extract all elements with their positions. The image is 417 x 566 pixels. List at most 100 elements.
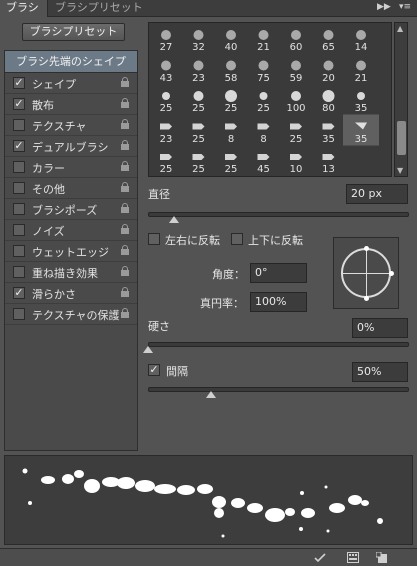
lock-icon[interactable] xyxy=(121,308,129,318)
list-item[interactable]: テクスチャの保護 xyxy=(5,304,137,325)
list-item[interactable]: その他 xyxy=(5,178,137,199)
brush-tip-cell[interactable]: 60 xyxy=(280,26,312,56)
lock-icon[interactable] xyxy=(121,203,129,213)
collapse-icon[interactable]: ▶▶ xyxy=(377,2,391,12)
brush-grid-scrollbar[interactable]: ▲ ▼ xyxy=(394,22,408,177)
spacing-checkbox[interactable]: ✓ xyxy=(148,364,160,376)
lock-icon[interactable] xyxy=(121,245,129,255)
option-checkbox[interactable] xyxy=(13,245,25,257)
spacing-slider-knob[interactable] xyxy=(205,391,216,398)
brush-tip-cell[interactable]: 25 xyxy=(280,118,312,148)
roundness-field[interactable]: 100% xyxy=(250,292,307,312)
option-checkbox[interactable]: ✓ xyxy=(13,287,25,299)
brush-tip-cell[interactable]: 32 xyxy=(183,26,215,56)
lock-icon[interactable] xyxy=(121,77,129,87)
hardness-slider-knob[interactable] xyxy=(143,346,153,353)
brush-tip-cell[interactable]: 27 xyxy=(150,26,182,56)
list-item[interactable]: カラー xyxy=(5,157,137,178)
brush-presets-button[interactable]: ブラシプリセット xyxy=(22,23,125,41)
brush-tip-cell[interactable]: 10 xyxy=(280,148,312,176)
brush-tip-cell[interactable]: 40 xyxy=(215,26,247,56)
brush-tip-cell[interactable]: 8 xyxy=(248,118,280,148)
brush-tip-cell[interactable]: 20 xyxy=(313,57,345,87)
option-checkbox[interactable] xyxy=(13,308,25,320)
list-item[interactable]: 重ね描き効果 xyxy=(5,262,137,283)
option-checkbox[interactable] xyxy=(13,266,25,278)
brush-tip-cell[interactable]: 25 xyxy=(150,148,182,176)
list-item[interactable]: ✓ デュアルブラシ xyxy=(5,136,137,157)
brush-tip-cell[interactable]: 35 xyxy=(313,118,345,148)
tab-brush-presets[interactable]: ブラシプリセット xyxy=(49,0,149,17)
roundness-handle-top[interactable] xyxy=(364,246,369,251)
lock-icon[interactable] xyxy=(121,224,129,234)
option-checkbox[interactable]: ✓ xyxy=(13,140,25,152)
brush-tip-cell[interactable]: 14 xyxy=(345,26,377,56)
list-item[interactable]: ✓ シェイプ xyxy=(5,73,137,94)
list-item[interactable]: ✓ 散布 xyxy=(5,94,137,115)
brush-tip-cell[interactable]: 25 xyxy=(215,87,247,117)
lock-icon[interactable] xyxy=(121,182,129,192)
brush-tip-cell[interactable]: 43 xyxy=(150,57,182,87)
panel-menu-icon[interactable]: ▾≡ xyxy=(399,2,411,12)
list-item[interactable]: ✓ 滑らかさ xyxy=(5,283,137,304)
hardness-field[interactable]: 0% xyxy=(352,318,408,338)
brush-tip-cell[interactable]: 80 xyxy=(313,87,345,117)
option-checkbox[interactable] xyxy=(13,119,25,131)
list-item[interactable]: ブラシポーズ xyxy=(5,199,137,220)
toggle-brush-preview-icon[interactable] xyxy=(314,552,326,563)
flip-y-checkbox[interactable] xyxy=(231,233,243,245)
list-item[interactable]: ノイズ xyxy=(5,220,137,241)
brush-tip-cell[interactable]: 25 xyxy=(183,148,215,176)
diameter-slider-knob[interactable] xyxy=(169,216,180,223)
angle-roundness-widget[interactable] xyxy=(333,237,399,309)
hardness-slider-track[interactable] xyxy=(148,342,409,347)
scroll-thumb[interactable] xyxy=(397,121,406,155)
list-item[interactable]: ウェットエッジ xyxy=(5,241,137,262)
brush-tip-cell[interactable]: 25 xyxy=(215,148,247,176)
lock-icon[interactable] xyxy=(121,140,129,150)
angle-handle[interactable] xyxy=(389,271,394,276)
option-checkbox[interactable]: ✓ xyxy=(13,98,25,110)
option-checkbox[interactable] xyxy=(13,182,25,194)
brush-tip-cell[interactable]: 8 xyxy=(215,118,247,148)
brush-tip-cell[interactable]: 75 xyxy=(248,57,280,87)
spacing-field[interactable]: 50% xyxy=(352,362,408,382)
scroll-down-icon[interactable]: ▼ xyxy=(397,166,403,175)
brush-tip-cell[interactable]: 25 xyxy=(183,118,215,148)
lock-icon[interactable] xyxy=(121,266,129,276)
flip-x-checkbox[interactable] xyxy=(148,233,160,245)
lock-icon[interactable] xyxy=(121,287,129,297)
brush-tip-cell[interactable]: 65 xyxy=(313,26,345,56)
brush-tip-cell[interactable]: 58 xyxy=(215,57,247,87)
angle-field[interactable]: 0° xyxy=(250,263,307,283)
brush-tip-cell[interactable]: 25 xyxy=(150,87,182,117)
scroll-up-icon[interactable]: ▲ xyxy=(397,24,403,33)
brush-tip-cell[interactable]: 35 xyxy=(345,87,377,117)
tab-brush[interactable]: ブラシ xyxy=(0,0,48,17)
diameter-field[interactable]: 20 px xyxy=(346,184,408,204)
brush-tip-cell[interactable]: 23 xyxy=(183,57,215,87)
option-checkbox[interactable]: ✓ xyxy=(13,77,25,89)
roundness-handle-bottom[interactable] xyxy=(364,296,369,301)
lock-icon[interactable] xyxy=(121,161,129,171)
brush-tip-cell[interactable]: 13 xyxy=(313,148,345,176)
brush-tip-cell[interactable]: 21 xyxy=(248,26,280,56)
new-preset-icon[interactable] xyxy=(376,552,388,563)
list-item[interactable]: テクスチャ xyxy=(5,115,137,136)
brush-tip-cell[interactable]: 59 xyxy=(280,57,312,87)
brush-tip-shape-item[interactable]: ブラシ先端のシェイプ xyxy=(5,51,137,73)
spacing-slider-track[interactable] xyxy=(148,387,409,392)
diameter-slider-track[interactable] xyxy=(148,212,409,217)
brush-tip-cell[interactable]: 21 xyxy=(345,57,377,87)
brush-tip-cell[interactable]: 25 xyxy=(248,87,280,117)
lock-icon[interactable] xyxy=(121,98,129,108)
option-checkbox[interactable] xyxy=(13,203,25,215)
brush-tip-cell[interactable]: 35 xyxy=(345,118,377,148)
brush-tip-cell[interactable]: 23 xyxy=(150,118,182,148)
brush-tip-cell[interactable]: 45 xyxy=(248,148,280,176)
brush-tip-grid[interactable]: 27 32 40 21 60 65 14 43 23 58 75 59 20 21 25 25 25 25 100 8… xyxy=(148,22,392,177)
brush-tip-cell[interactable]: 25 xyxy=(183,87,215,117)
option-checkbox[interactable] xyxy=(13,161,25,173)
brush-tip-cell[interactable]: 100 xyxy=(280,87,312,117)
lock-icon[interactable] xyxy=(121,119,129,129)
